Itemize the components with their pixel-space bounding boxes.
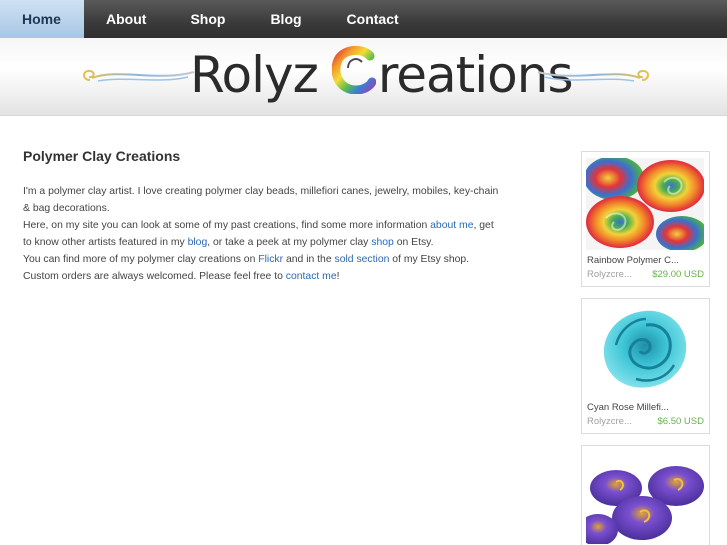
- blog-link[interactable]: blog: [188, 237, 208, 248]
- cyan-rose-image[interactable]: [586, 305, 704, 397]
- item-title[interactable]: Rainbow Polymer C...: [587, 255, 679, 266]
- site-logo[interactable]: Rolyz reations: [190, 44, 573, 110]
- nav-shop[interactable]: Shop: [190, 0, 225, 38]
- item-seller[interactable]: Rolyzcre...: [587, 269, 632, 280]
- about-me-link[interactable]: about me: [430, 220, 473, 231]
- etsy-item-card[interactable]: Rainbow Polymer C... Rolyzcre... $29.00 …: [581, 151, 710, 287]
- contact-me-link[interactable]: contact me: [286, 271, 337, 282]
- item-price: $6.50 USD: [657, 416, 704, 427]
- shop-link[interactable]: shop: [371, 237, 394, 248]
- sold-section-link[interactable]: sold section: [335, 254, 390, 265]
- nav-blog[interactable]: Blog: [270, 0, 301, 38]
- site-header: Rolyz reations: [0, 38, 727, 115]
- intro-paragraph-2: Here, on my site you can look at some of…: [23, 220, 494, 248]
- item-seller[interactable]: Rolyzcre...: [587, 416, 632, 427]
- intro-text: I'm a polymer clay artist. I love creati…: [23, 183, 503, 285]
- etsy-item-card[interactable]: Cyan Rose Millefi... Rolyzcre... $6.50 U…: [581, 298, 710, 434]
- item-title[interactable]: Cyan Rose Millefi...: [587, 402, 669, 413]
- intro-paragraph-4: Custom orders are always welcomed. Pleas…: [23, 271, 340, 282]
- purple-gold-beads-image[interactable]: [586, 452, 704, 544]
- nav-about[interactable]: About: [106, 0, 146, 38]
- right-swirl-ornament: [537, 69, 649, 82]
- rainbow-beads-image[interactable]: [586, 158, 704, 250]
- intro-paragraph-1: I'm a polymer clay artist. I love creati…: [23, 186, 499, 214]
- flickr-link[interactable]: Flickr: [258, 254, 283, 265]
- intro-paragraph-3: You can find more of my polymer clay cre…: [23, 254, 470, 265]
- nav-contact[interactable]: Contact: [347, 0, 399, 38]
- nav-home[interactable]: Home: [0, 0, 84, 38]
- top-nav: Home About Shop Blog Contact: [0, 0, 727, 38]
- rainbow-c-logo-icon: [331, 46, 376, 94]
- page-title: Polymer Clay Creations: [23, 148, 181, 164]
- item-price: $29.00 USD: [652, 269, 704, 280]
- etsy-item-card[interactable]: [581, 445, 710, 545]
- logo-word-rolyz: Rolyz: [190, 46, 319, 104]
- left-swirl-ornament: [83, 69, 195, 82]
